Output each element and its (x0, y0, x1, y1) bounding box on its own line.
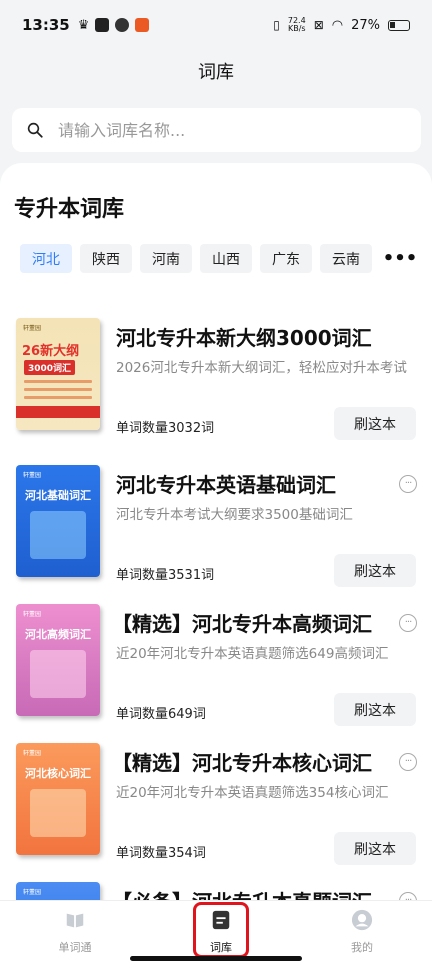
book-cover: 轩董园 河北核心词汇 (16, 743, 100, 855)
book-word-count: 单词数量3531词 (116, 568, 215, 583)
wordbank-panel: 专升本词库 河北 陕西 河南 山西 广东 云南 ••• 轩董园 26新大纲 30… (0, 163, 432, 903)
book-title: 【精选】河北专升本高频词汇 (112, 612, 372, 636)
tab-profile[interactable]: 我的 (317, 909, 407, 955)
game-notification-icon (135, 18, 150, 32)
region-chip-hebei[interactable]: 河北 (20, 244, 72, 273)
more-regions-button[interactable]: ••• (382, 244, 418, 273)
app-notification-icon (95, 18, 110, 32)
more-options-icon[interactable]: ··· (399, 475, 417, 493)
region-chip-guangdong[interactable]: 广东 (260, 244, 312, 273)
region-tabs: 河北 陕西 河南 山西 广东 云南 (20, 244, 372, 273)
page-title: 词库 (198, 62, 234, 83)
search-icon (27, 122, 43, 138)
book-description: 2026河北专升本新大纲词汇，轻松应对升本考试 (116, 360, 407, 376)
region-chip-shaanxi[interactable]: 陕西 (80, 244, 132, 273)
tab-wordpass[interactable]: 单词通 (30, 909, 120, 955)
active-tab-highlight (193, 902, 249, 958)
book-description: 河北专升本考试大纲要求3500基础词汇 (116, 507, 353, 523)
link-notification-icon (115, 18, 130, 32)
profile-icon (351, 909, 373, 931)
more-options-icon[interactable]: ··· (399, 753, 417, 771)
book-word-count: 单词数量649词 (116, 707, 206, 722)
book-cover: 轩董园 河北高频词汇 (16, 604, 100, 716)
study-book-button[interactable]: 刷这本 (334, 554, 416, 587)
region-chip-shanxi[interactable]: 山西 (200, 244, 252, 273)
home-indicator (130, 956, 302, 961)
more-dots-icon: ••• (382, 248, 418, 269)
book-word-count: 单词数量3032词 (116, 421, 215, 436)
battery-icon (388, 19, 410, 31)
crown-icon: ♛ (77, 17, 90, 33)
book-cover: 轩董园 河北基础词汇 (16, 465, 100, 577)
book-icon (66, 913, 84, 928)
wifi-icon: ◠ (331, 17, 344, 33)
book-item[interactable]: 轩董园 26新大纲 3000词汇 河北专升本新大纲3000词汇 2026河北专升… (16, 318, 416, 440)
book-title: 河北专升本新大纲3000词汇 (116, 326, 372, 350)
region-chip-henan[interactable]: 河南 (140, 244, 192, 273)
study-book-button[interactable]: 刷这本 (334, 407, 416, 440)
net-speed: 72.4 KB/s (287, 16, 306, 33)
book-title: 【精选】河北专升本核心词汇 (112, 751, 372, 775)
book-item[interactable]: 轩董园 河北核心词汇 【精选】河北专升本核心词汇 ··· 近20年河北专升本英语… (16, 743, 417, 865)
book-word-count: 单词数量354词 (116, 846, 206, 861)
book-cover: 轩董园 26新大纲 3000词汇 (16, 318, 100, 430)
book-description: 近20年河北专升本英语真题筛选354核心词汇 (116, 785, 389, 801)
region-chip-yunnan[interactable]: 云南 (320, 244, 372, 273)
section-title: 专升本词库 (12, 197, 125, 223)
status-time: 13:35 (22, 16, 70, 34)
study-book-button[interactable]: 刷这本 (334, 832, 416, 865)
book-title: 河北专升本英语基础词汇 (116, 473, 336, 497)
status-bar: 13:35 ♛ ▯ 72.4 KB/s ⊠ ◠ 27% (0, 0, 432, 50)
vibrate-icon: ▯ (273, 18, 280, 32)
more-options-icon[interactable]: ··· (399, 614, 417, 632)
book-item[interactable]: 轩董园 河北高频词汇 【精选】河北专升本高频词汇 ··· 近20年河北专升本英语… (16, 604, 417, 726)
search-input[interactable] (58, 120, 378, 140)
sim-icon: ⊠ (313, 18, 324, 32)
study-book-button[interactable]: 刷这本 (334, 693, 416, 726)
battery-percent: 27% (351, 17, 380, 33)
book-description: 近20年河北专升本英语真题筛选649高频词汇 (116, 646, 389, 662)
search-bar[interactable] (12, 108, 421, 152)
book-item[interactable]: 轩董园 河北基础词汇 河北专升本英语基础词汇 ··· 河北专升本考试大纲要求35… (16, 465, 417, 587)
